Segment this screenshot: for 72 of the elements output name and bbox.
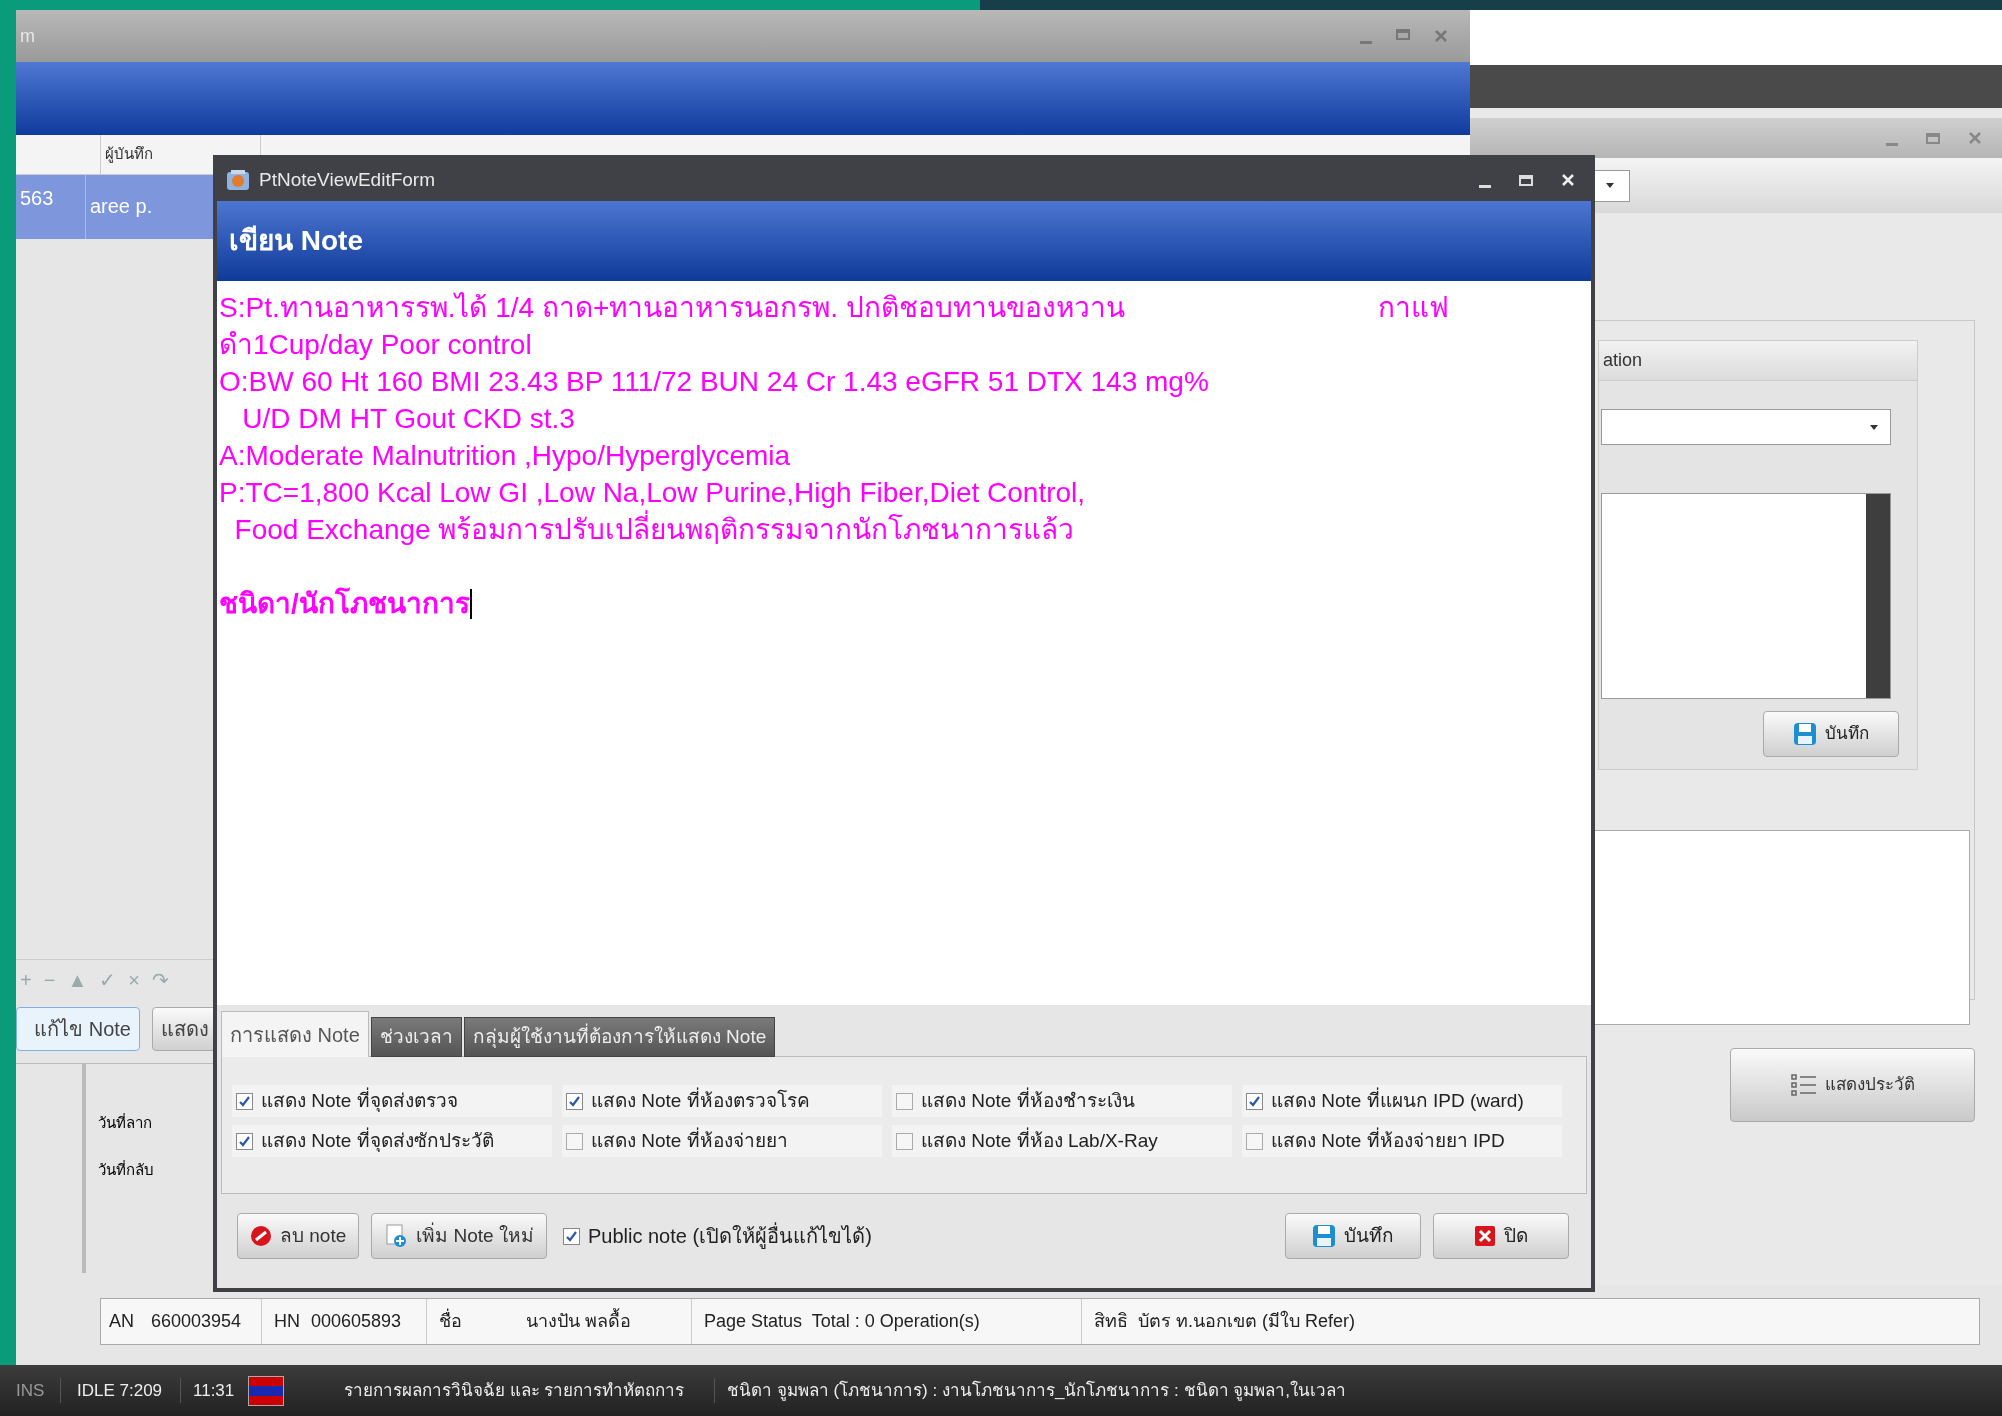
checkbox-label: Public note (เปิดให้ผู้อื่นแก้ไขได้) bbox=[587, 1221, 872, 1251]
status-text: IDLE 7:209 bbox=[60, 1377, 180, 1404]
flag-icon[interactable] bbox=[248, 1375, 284, 1406]
info-text: นางปัน พลดื้อ bbox=[526, 1308, 631, 1335]
checkbox[interactable] bbox=[566, 1092, 583, 1110]
save-button[interactable]: บันทึก bbox=[1763, 711, 1899, 757]
no-entry-icon bbox=[250, 1225, 272, 1247]
note-line: ดำ1Cup/day Poor control bbox=[219, 328, 532, 362]
table-cell: aree p. bbox=[89, 195, 153, 217]
info-text: สิทธิ บัตร ท.นอกเขต (มีใบ Refer) bbox=[1094, 1309, 1355, 1333]
column-header[interactable]: ผู้บันทึก bbox=[105, 143, 153, 166]
note-line: P:TC=1,800 Kcal Low GI ,Low Na,Low Purine,High Fiber,Diet Control, bbox=[219, 476, 1086, 510]
note-line: กาแฟ bbox=[1378, 291, 1449, 325]
note-line: ชนิดา/นักโภชนาการ bbox=[219, 586, 470, 621]
checkbox[interactable] bbox=[566, 1132, 583, 1150]
tab[interactable]: กลุ่มผู้ใช้งานที่ต้องการให้แสดง Note bbox=[463, 1017, 776, 1057]
option-label: แสดง Note ที่แผนก IPD (ward) bbox=[1271, 1086, 1524, 1113]
note-line: U/D DM HT Gout CKD st.3 bbox=[241, 402, 575, 436]
status-text: รายการผลการวินิจฉัย และ รายการทำหัตถการ bbox=[343, 1379, 686, 1402]
window-title: m bbox=[20, 25, 35, 48]
form-heading: เขียน Note bbox=[229, 224, 363, 258]
option-label: แสดง Note ที่ห้องชำระเงิน bbox=[921, 1086, 1135, 1113]
add-note-button[interactable]: เพิ่ม Note ใหม่ bbox=[371, 1213, 547, 1259]
status-text: ชนิดา จูมพลา (โภชนาการ) : งานโภชนาการ_นักโภชนาการ : ชนิดา จูมพลา,ในเวลา bbox=[714, 1377, 1346, 1404]
save-button[interactable]: บันทึก bbox=[1285, 1213, 1421, 1259]
info-text: AN bbox=[109, 1310, 134, 1333]
checkbox[interactable] bbox=[896, 1092, 913, 1110]
info-text: 660003954 bbox=[151, 1310, 242, 1333]
checkbox[interactable] bbox=[896, 1132, 913, 1150]
option-label: แสดง Note ที่จุดส่งซักประวัติ bbox=[261, 1126, 494, 1154]
field-label: วันที่กลับ bbox=[98, 1159, 154, 1180]
window-title: PtNoteViewEditForm bbox=[259, 167, 435, 192]
delete-note-button[interactable]: ลบ note bbox=[237, 1213, 360, 1259]
edit-note-button[interactable]: แก้ไข Note bbox=[16, 1007, 140, 1051]
option-label: แสดง Note ที่ห้องจ่ายยา bbox=[591, 1126, 788, 1153]
option-label: แสดง Note ที่ห้องจ่ายยา IPD bbox=[1271, 1126, 1505, 1153]
dropdown-field[interactable] bbox=[1601, 409, 1891, 445]
tab[interactable]: การแสดง Note bbox=[221, 1011, 369, 1057]
text-cursor bbox=[469, 589, 472, 619]
checkbox[interactable] bbox=[236, 1132, 253, 1150]
minimize-icon[interactable] bbox=[1479, 184, 1491, 188]
list-icon bbox=[1790, 1073, 1817, 1097]
group-title: ation bbox=[1603, 349, 1643, 372]
status-text: INS bbox=[15, 1379, 46, 1402]
info-text: 000605893 bbox=[311, 1310, 402, 1333]
checkbox[interactable] bbox=[1246, 1132, 1263, 1150]
tab[interactable]: ช่วงเวลา bbox=[370, 1017, 462, 1057]
note-line: O:BW 60 Ht 160 BMI 23.43 BP 111/72 BUN 24 Cr 1.43 eGFR 51 DTX 143 mg% bbox=[219, 365, 1209, 399]
checkbox[interactable] bbox=[236, 1092, 253, 1110]
note-line: A:Moderate Malnutrition ,Hypo/Hyperglycemia bbox=[219, 439, 791, 473]
history-button[interactable]: แสดงประวัติ bbox=[1730, 1048, 1975, 1122]
checkbox[interactable] bbox=[562, 1227, 580, 1245]
close-icon bbox=[1474, 1225, 1496, 1247]
note-line: Food Exchange พร้อมการปรับเปลี่ยนพฤติกรรมจากนักโภชนาการแล้ว bbox=[219, 511, 1075, 548]
info-text: Page Status Total : 0 Operation(s) bbox=[704, 1310, 980, 1333]
app-icon bbox=[225, 168, 251, 192]
option-label: แสดง Note ที่ห้อง Lab/X-Ray bbox=[921, 1126, 1158, 1153]
note-text-area[interactable] bbox=[217, 281, 1591, 1005]
info-text: HN bbox=[274, 1310, 300, 1333]
option-label: แสดง Note ที่ห้องตรวจโรค bbox=[591, 1086, 810, 1113]
table-cell: 563 bbox=[20, 187, 54, 209]
dropdown-arrow-icon bbox=[1606, 183, 1614, 188]
text-area[interactable] bbox=[1601, 493, 1891, 699]
option-label: แสดง Note ที่จุดส่งตรวจ bbox=[261, 1086, 458, 1114]
add-page-icon bbox=[384, 1224, 409, 1248]
info-text: ชื่อ bbox=[439, 1308, 462, 1335]
note-line: S:Pt.ทานอาหารรพ.ได้ 1/4 ถาด+ทานอาหารนอกรพ. ปกติชอบทานของหวาน bbox=[219, 291, 1125, 325]
close-button[interactable]: ปิด bbox=[1433, 1213, 1569, 1259]
scrollbar[interactable] bbox=[1866, 494, 1890, 698]
field-label: วันที่ลาก bbox=[98, 1112, 153, 1133]
checkbox[interactable] bbox=[1246, 1092, 1263, 1110]
dropdown-arrow-icon bbox=[1870, 424, 1878, 430]
